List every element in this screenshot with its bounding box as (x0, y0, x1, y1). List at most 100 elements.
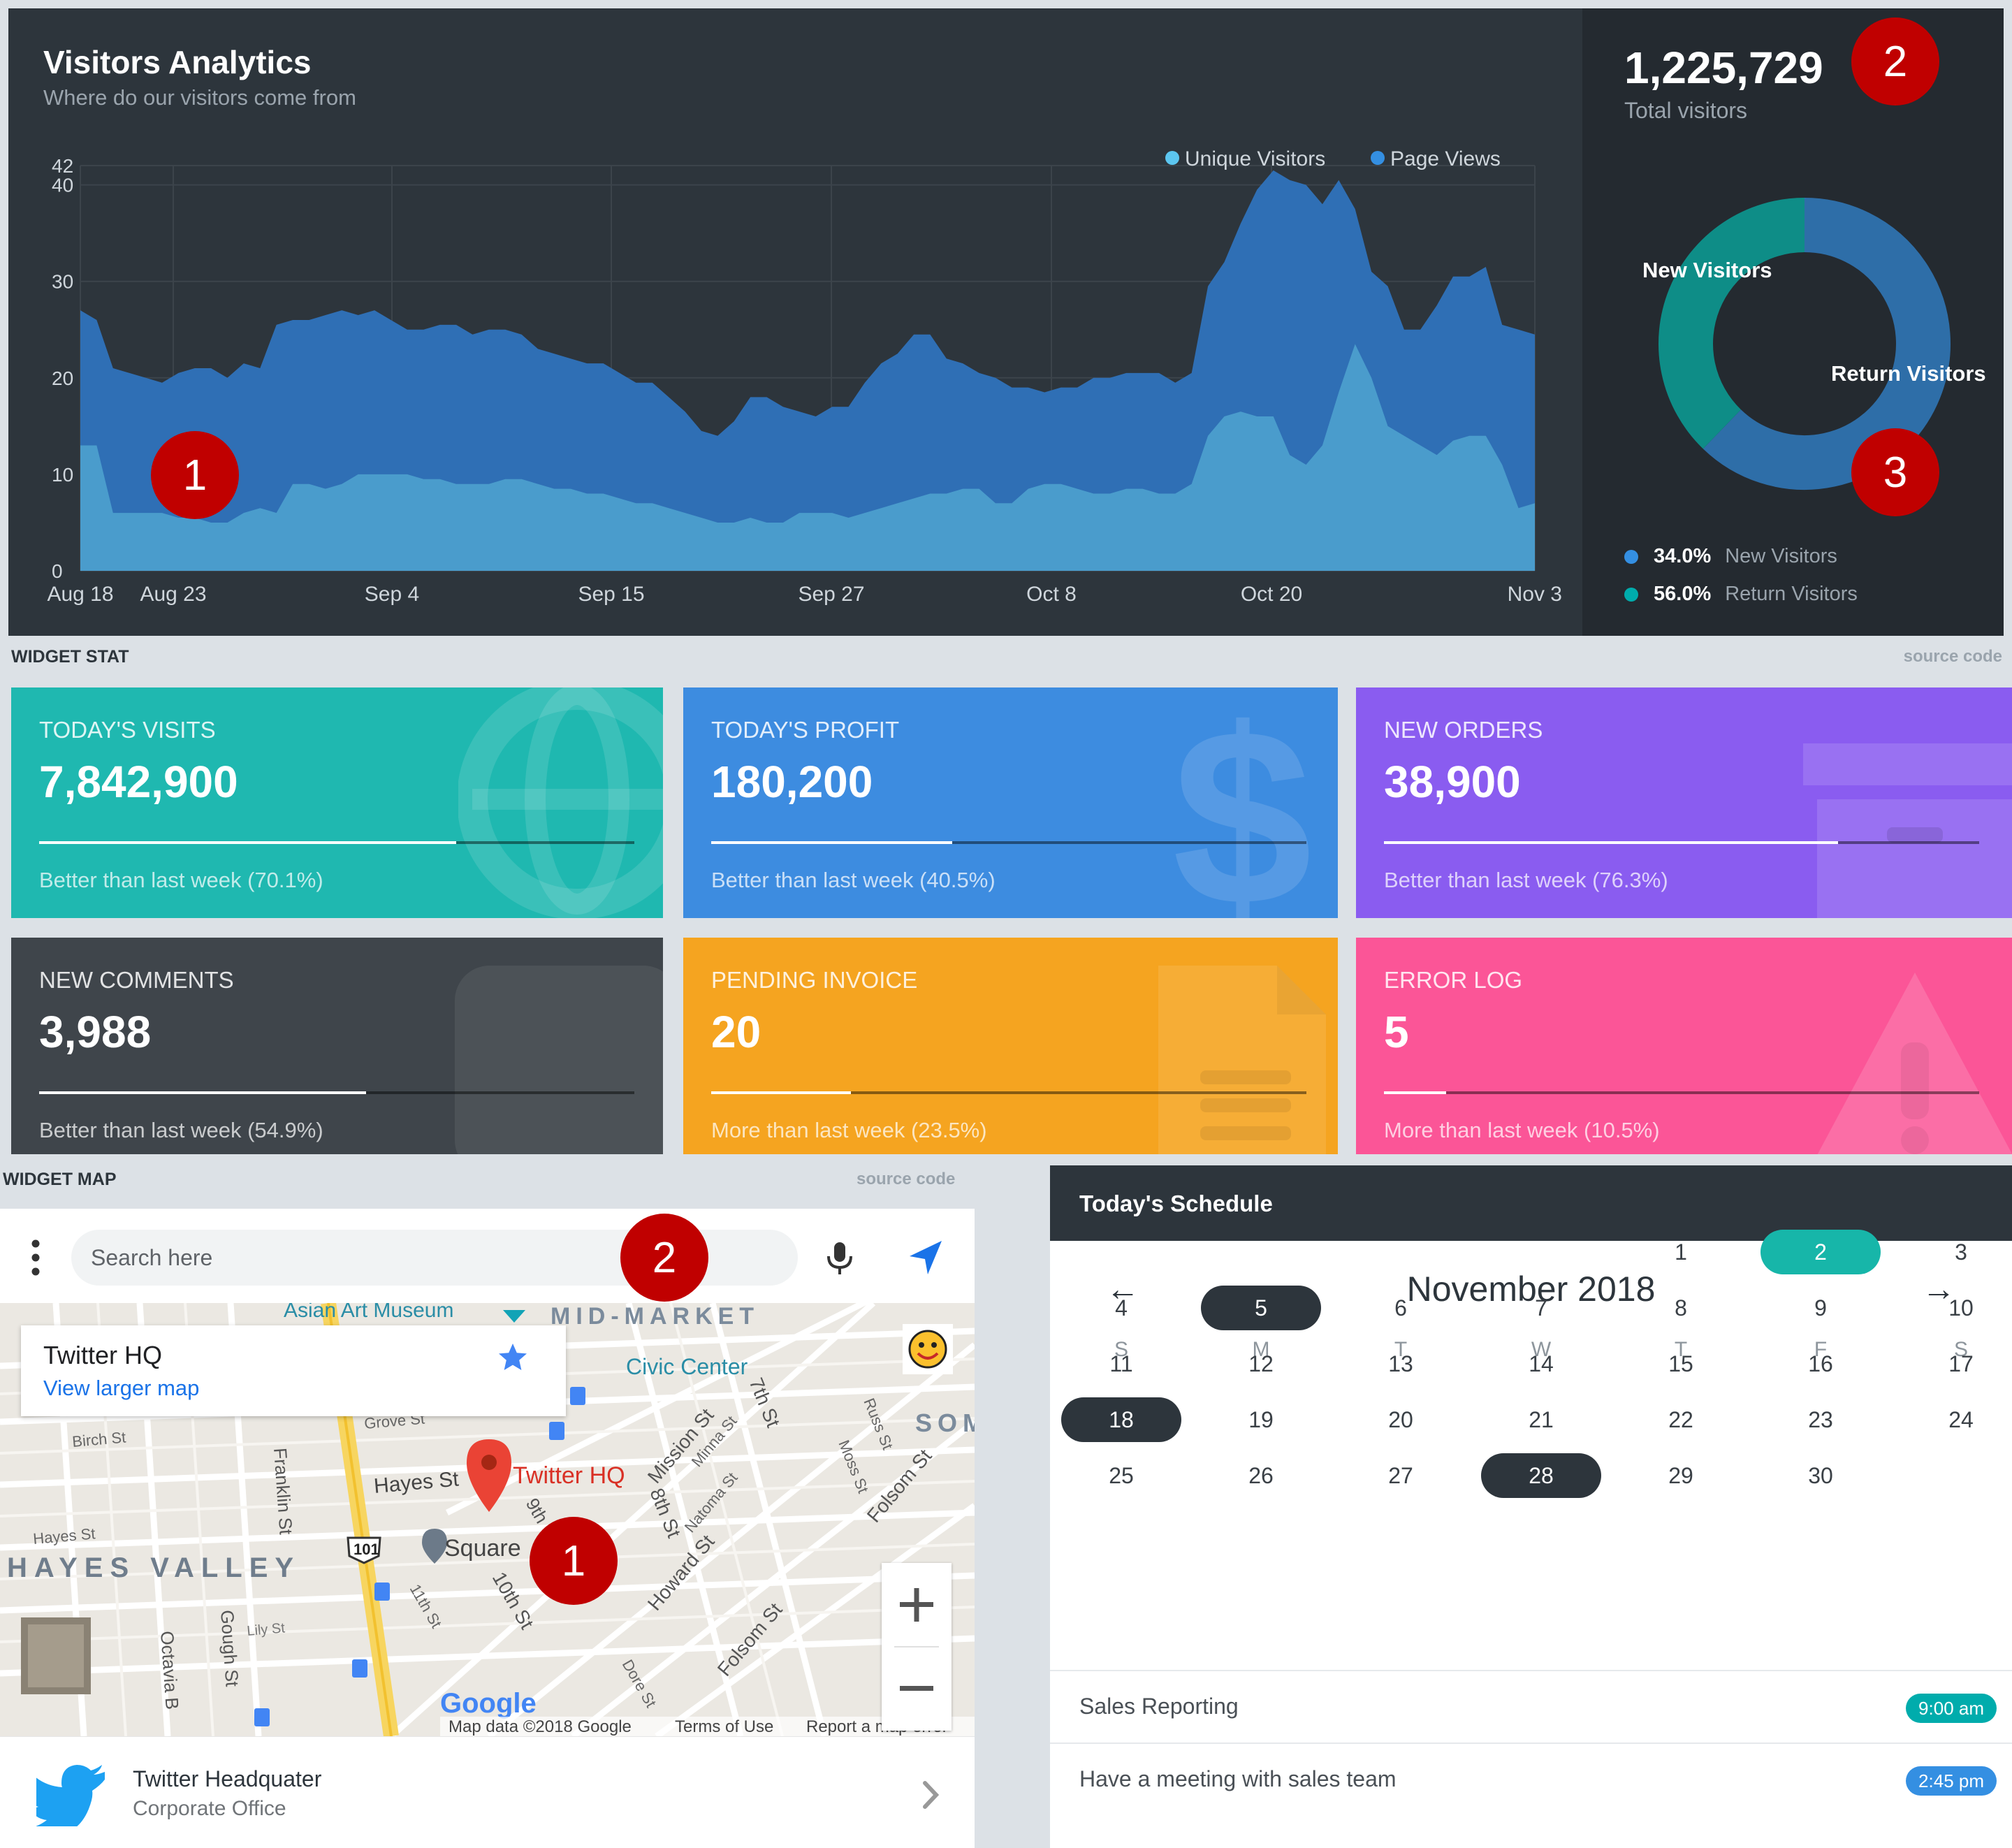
calendar-day[interactable]: 30 (1760, 1453, 1881, 1498)
zoom-in-icon[interactable] (882, 1563, 952, 1647)
event-name: Sales Reporting (1079, 1694, 1239, 1719)
calendar-day[interactable]: 28 (1481, 1453, 1601, 1498)
annotation-badge-chart: 1 (151, 431, 239, 519)
return-visitors-percent-label: Return Visitors (1725, 583, 1858, 605)
calendar-day[interactable]: 11 (1061, 1341, 1181, 1386)
stat-value: 180,200 (711, 757, 873, 807)
stat-description: More than last week (23.5%) (711, 1118, 987, 1142)
map-canvas[interactable]: Asian Art Museum MID-MARKET Civic Center… (0, 1303, 975, 1736)
calendar-day[interactable]: 1 (1621, 1230, 1741, 1274)
y-tick-label: 30 (52, 271, 73, 293)
stat-title: TODAY'S PROFIT (711, 717, 900, 743)
calendar-day[interactable]: 26 (1201, 1453, 1321, 1498)
stat-card-pending-invoice[interactable]: PENDING INVOICE 20 More than last week (23… (683, 938, 1338, 1154)
calendar-day[interactable]: 9 (1760, 1286, 1881, 1330)
stat-card-new-comments[interactable]: NEW COMMENTS 3,988 Better than last week (… (11, 938, 663, 1154)
stat-description: Better than last week (70.1%) (39, 868, 323, 892)
x-tick-label: Sep 15 (578, 583, 644, 606)
calendar-day[interactable]: 18 (1061, 1397, 1181, 1442)
map-label-civic-center: Civic Center (626, 1354, 748, 1379)
calendar-day[interactable]: 10 (1901, 1286, 2012, 1330)
event-time-badge: 2:45 pm (1906, 1766, 1997, 1796)
total-visitors-label: Total visitors (1624, 98, 1748, 123)
calendar-day[interactable]: 23 (1760, 1397, 1881, 1442)
calendar-day[interactable]: 5 (1201, 1286, 1321, 1330)
calendar-day[interactable]: 3 (1901, 1230, 2012, 1274)
calendar-day[interactable]: 8 (1621, 1286, 1741, 1330)
y-tick-label: 42 (52, 155, 73, 177)
analytics-chart-area: 0 10 20 30 40 42 Aug 18 Aug 23 Sep 4 Sep 15 Sep 27… (8, 8, 1582, 636)
map-menu-icon[interactable] (25, 1237, 46, 1279)
map-label-museum: Asian Art Museum (284, 1303, 453, 1322)
save-star-icon[interactable] (496, 1341, 530, 1374)
stat-value: 20 (711, 1007, 761, 1057)
calendar-day[interactable]: 2 (1760, 1230, 1881, 1274)
stat-title: NEW COMMENTS (39, 967, 234, 993)
legend-label: Unique Visitors (1185, 147, 1325, 170)
y-tick-label: 10 (52, 464, 73, 486)
y-tick-label: 20 (52, 368, 73, 389)
x-tick-label: Sep 27 (798, 583, 864, 606)
stat-card-error-log[interactable]: ERROR LOG 5 More than last week (10.5%) (1356, 938, 2012, 1154)
annotation-badge-map-search: 2 (620, 1214, 708, 1302)
stat-progress-track (711, 841, 1306, 844)
schedule-event-row[interactable]: Sales Reporting 9:00 am (1050, 1670, 2012, 1742)
microphone-icon[interactable] (824, 1241, 855, 1276)
stat-value: 38,900 (1384, 757, 1521, 807)
pegman-emoji-icon[interactable] (903, 1324, 953, 1374)
calendar-day[interactable]: 20 (1341, 1397, 1461, 1442)
calendar-day[interactable]: 14 (1481, 1341, 1601, 1386)
stat-description: More than last week (10.5%) (1384, 1118, 1660, 1142)
calendar-day[interactable]: 7 (1481, 1286, 1601, 1330)
zoom-out-icon[interactable] (882, 1647, 952, 1731)
map-place-row[interactable]: Twitter Headquater Corporate Office (0, 1736, 975, 1848)
stat-card-new-orders[interactable]: NEW ORDERS 38,900 Better than last week (7… (1356, 687, 2012, 918)
annotation-badge-total: 2 (1851, 17, 1939, 106)
widget-stat-label: WIDGET STAT (11, 647, 129, 667)
map-info-card: Twitter HQ View larger map (21, 1325, 566, 1416)
widget-map-source-link[interactable]: source code (856, 1170, 955, 1189)
widget-stat-source-link[interactable]: source code (1904, 647, 2002, 667)
view-larger-map-link[interactable]: View larger map (43, 1376, 199, 1401)
warning-icon (1803, 966, 2012, 1154)
calendar-day[interactable]: 17 (1901, 1341, 2012, 1386)
stat-progress-track (1384, 841, 1979, 844)
calendar-day[interactable]: 29 (1621, 1453, 1741, 1498)
stat-card-today-s-profit[interactable]: $ TODAY'S PROFIT 180,200 Better than last w… (683, 687, 1338, 918)
calendar-day[interactable]: 15 (1621, 1341, 1741, 1386)
calendar-day[interactable]: 21 (1481, 1397, 1601, 1442)
total-visitors-value: 1,225,729 (1624, 43, 1823, 93)
chevron-right-icon[interactable] (917, 1777, 945, 1812)
file-icon (1158, 966, 1326, 1154)
stat-progress-fill (1384, 1091, 1447, 1094)
directions-arrow-icon[interactable] (905, 1237, 947, 1279)
y-tick-label: 40 (52, 175, 73, 196)
calendar-day[interactable]: 12 (1201, 1341, 1321, 1386)
calendar-day[interactable]: 6 (1341, 1286, 1461, 1330)
stat-description: Better than last week (76.3%) (1384, 868, 1668, 892)
calendar-day[interactable]: 16 (1760, 1341, 1881, 1386)
calendar-day[interactable]: 13 (1341, 1341, 1461, 1386)
donut-label-new: New Visitors (1642, 258, 1772, 282)
map-terms-link[interactable]: Terms of Use (675, 1717, 773, 1736)
stat-card-today-s-visits[interactable]: TODAY'S VISITS 7,842,900 Better than last … (11, 687, 663, 918)
x-tick-label: Oct 8 (1026, 583, 1077, 606)
stat-value: 3,988 (39, 1007, 152, 1057)
calendar-day[interactable]: 22 (1621, 1397, 1741, 1442)
schedule-event-row[interactable]: Have a meeting with sales team 2:45 pm (1050, 1742, 2012, 1815)
calendar-day[interactable]: 19 (1201, 1397, 1321, 1442)
calendar-day[interactable]: 27 (1341, 1453, 1461, 1498)
event-name: Have a meeting with sales team (1079, 1766, 1397, 1791)
map-label-route-101: 101 (353, 1541, 379, 1558)
event-time-badge: 9:00 am (1906, 1694, 1997, 1723)
archive-icon (1803, 729, 2012, 918)
calendar-day[interactable]: 4 (1061, 1286, 1181, 1330)
donut-label-return: Return Visitors (1831, 361, 1986, 386)
stat-progress-fill (1384, 841, 1839, 844)
calendar-day[interactable]: 25 (1061, 1453, 1181, 1498)
stat-title: PENDING INVOICE (711, 967, 918, 993)
new-visitors-percent: 34.0% (1654, 545, 1712, 567)
x-tick-label: Nov 3 (1508, 583, 1562, 606)
stat-value: 5 (1384, 1007, 1409, 1057)
calendar-day[interactable]: 24 (1901, 1397, 2012, 1442)
